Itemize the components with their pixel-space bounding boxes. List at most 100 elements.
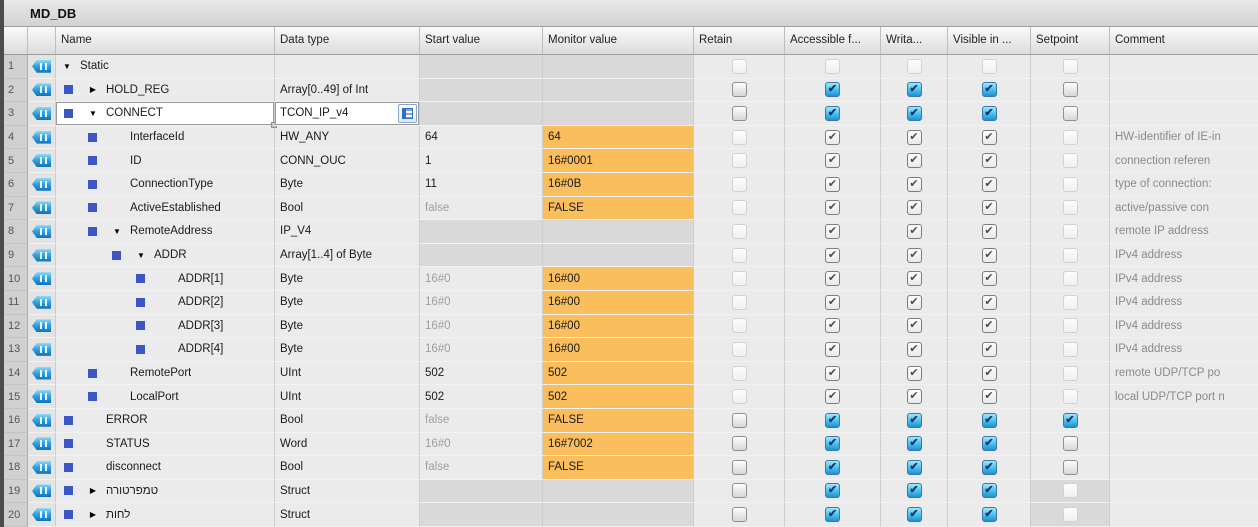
retain-checkbox[interactable] (732, 483, 747, 498)
row-number[interactable]: 9 (4, 244, 28, 268)
visible-checkbox[interactable] (982, 106, 997, 121)
writable-checkbox[interactable] (907, 507, 922, 522)
accessible-checkbox[interactable] (825, 413, 840, 428)
writable-checkbox[interactable] (907, 436, 922, 451)
row-name-cell[interactable]: ADDR[4] (56, 338, 275, 362)
start-value-cell[interactable]: false (420, 456, 543, 480)
start-value-cell[interactable]: false (420, 197, 543, 221)
setpoint-checkbox[interactable] (1063, 82, 1078, 97)
accessible-checkbox[interactable] (825, 460, 840, 475)
row-number[interactable]: 11 (4, 291, 28, 315)
start-value-cell[interactable] (420, 102, 543, 126)
header-visible[interactable]: Visible in ... (948, 27, 1031, 55)
data-type-cell[interactable]: TCON_IP_v4 (275, 102, 420, 126)
browse-button[interactable] (398, 104, 417, 123)
accessible-checkbox[interactable] (825, 483, 840, 498)
start-value-cell[interactable] (420, 480, 543, 504)
expander-icon[interactable]: ▶ (86, 510, 100, 519)
retain-checkbox[interactable] (732, 436, 747, 451)
comment-cell[interactable] (1110, 503, 1258, 527)
data-type-cell[interactable]: Byte (275, 267, 420, 291)
start-value-cell[interactable]: 16#0 (420, 338, 543, 362)
data-type-cell[interactable]: UInt (275, 385, 420, 409)
visible-checkbox[interactable] (982, 436, 997, 451)
data-type-cell[interactable]: Byte (275, 338, 420, 362)
row-number[interactable]: 4 (4, 126, 28, 150)
row-name-cell[interactable]: LocalPort (56, 385, 275, 409)
row-number[interactable]: 16 (4, 409, 28, 433)
comment-cell[interactable]: local UDP/TCP port n (1110, 385, 1258, 409)
row-name-cell[interactable]: ▶טמפרטורה (56, 480, 275, 504)
data-type-cell[interactable]: IP_V4 (275, 220, 420, 244)
start-value-cell[interactable]: 502 (420, 362, 543, 386)
header-data-type[interactable]: Data type (275, 27, 420, 55)
row-name-cell[interactable]: ConnectionType (56, 173, 275, 197)
comment-cell[interactable]: IPv4 address (1110, 244, 1258, 268)
comment-cell[interactable]: active/passive con (1110, 197, 1258, 221)
comment-cell[interactable]: IPv4 address (1110, 267, 1258, 291)
expander-icon[interactable]: ▶ (86, 85, 100, 94)
expander-icon[interactable]: ▼ (134, 251, 148, 260)
comment-cell[interactable] (1110, 79, 1258, 103)
row-number[interactable]: 10 (4, 267, 28, 291)
data-type-cell[interactable]: Struct (275, 480, 420, 504)
data-type-cell[interactable]: Byte (275, 291, 420, 315)
header-setpoint[interactable]: Setpoint (1031, 27, 1110, 55)
row-number[interactable]: 14 (4, 362, 28, 386)
row-number[interactable]: 6 (4, 173, 28, 197)
visible-checkbox[interactable] (982, 507, 997, 522)
row-name-cell[interactable]: ADDR[2] (56, 291, 275, 315)
row-name-cell[interactable]: ▼Static (56, 55, 275, 79)
header-writable[interactable]: Writa... (881, 27, 948, 55)
start-value-cell[interactable]: false (420, 409, 543, 433)
header-retain[interactable]: Retain (694, 27, 785, 55)
writable-checkbox[interactable] (907, 82, 922, 97)
comment-cell[interactable] (1110, 480, 1258, 504)
row-name-cell[interactable]: ▶לחות (56, 503, 275, 527)
start-value-cell[interactable]: 11 (420, 173, 543, 197)
start-value-cell[interactable] (420, 220, 543, 244)
data-type-cell[interactable]: Bool (275, 409, 420, 433)
row-number[interactable]: 5 (4, 149, 28, 173)
setpoint-checkbox[interactable] (1063, 106, 1078, 121)
comment-cell[interactable] (1110, 433, 1258, 457)
comment-cell[interactable]: remote IP address (1110, 220, 1258, 244)
row-number[interactable]: 12 (4, 315, 28, 339)
comment-cell[interactable]: IPv4 address (1110, 291, 1258, 315)
visible-checkbox[interactable] (982, 483, 997, 498)
row-number[interactable]: 20 (4, 503, 28, 527)
comment-cell[interactable]: remote UDP/TCP po (1110, 362, 1258, 386)
retain-checkbox[interactable] (732, 413, 747, 428)
row-number[interactable]: 2 (4, 79, 28, 103)
start-value-cell[interactable] (420, 244, 543, 268)
start-value-cell[interactable] (420, 503, 543, 527)
comment-cell[interactable]: connection referen (1110, 149, 1258, 173)
accessible-checkbox[interactable] (825, 106, 840, 121)
start-value-cell[interactable]: 16#0 (420, 315, 543, 339)
row-name-cell[interactable]: ActiveEstablished (56, 197, 275, 221)
header-monitor-value[interactable]: Monitor value (543, 27, 694, 55)
start-value-cell[interactable] (420, 79, 543, 103)
row-number[interactable]: 3 (4, 102, 28, 126)
setpoint-checkbox[interactable] (1063, 436, 1078, 451)
row-name-cell[interactable]: InterfaceId (56, 126, 275, 150)
expander-icon[interactable]: ▼ (60, 62, 74, 71)
start-value-cell[interactable]: 16#0 (420, 291, 543, 315)
row-name-cell[interactable]: RemotePort (56, 362, 275, 386)
comment-cell[interactable]: type of connection: (1110, 173, 1258, 197)
comment-cell[interactable]: IPv4 address (1110, 338, 1258, 362)
accessible-checkbox[interactable] (825, 82, 840, 97)
data-type-cell[interactable]: Bool (275, 456, 420, 480)
data-type-cell[interactable]: Word (275, 433, 420, 457)
row-name-cell[interactable]: ▼CONNECT (56, 102, 275, 126)
data-type-cell[interactable]: UInt (275, 362, 420, 386)
row-number[interactable]: 1 (4, 55, 28, 79)
comment-cell[interactable] (1110, 102, 1258, 126)
setpoint-checkbox[interactable] (1063, 413, 1078, 428)
data-type-cell[interactable]: Struct (275, 503, 420, 527)
row-name-cell[interactable]: ADDR[1] (56, 267, 275, 291)
expander-icon[interactable]: ▼ (86, 109, 100, 118)
start-value-cell[interactable] (420, 55, 543, 79)
header-start-value[interactable]: Start value (420, 27, 543, 55)
start-value-cell[interactable]: 16#0 (420, 433, 543, 457)
